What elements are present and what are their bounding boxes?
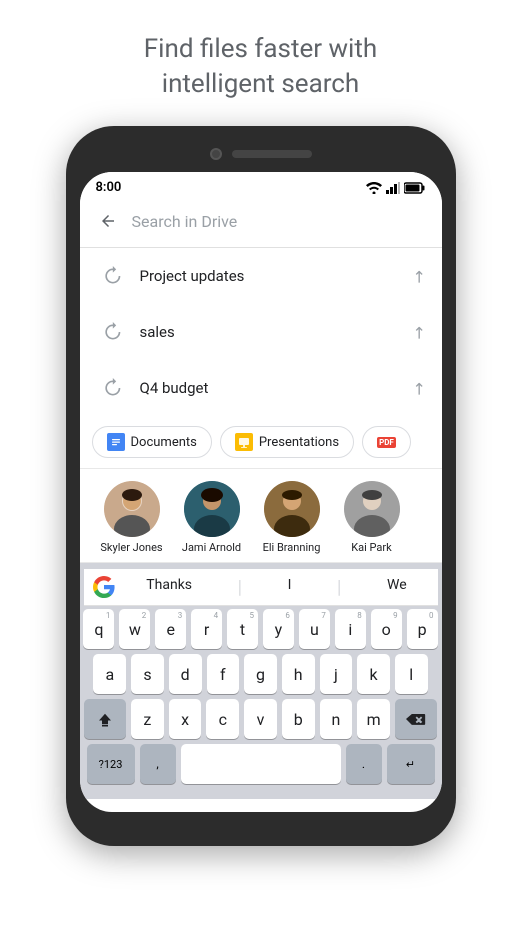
key-i[interactable]: 8i bbox=[335, 609, 366, 649]
key-d[interactable]: d bbox=[169, 654, 202, 694]
chip-pdf[interactable]: PDF bbox=[362, 426, 411, 458]
key-y[interactable]: 6y bbox=[263, 609, 294, 649]
key-w[interactable]: 2w bbox=[119, 609, 150, 649]
camera bbox=[210, 148, 222, 160]
comma-key[interactable]: , bbox=[140, 744, 176, 784]
suggestion-text-2: sales bbox=[140, 323, 413, 341]
key-a[interactable]: a bbox=[93, 654, 126, 694]
key-n[interactable]: n bbox=[320, 699, 353, 739]
key-m[interactable]: m bbox=[357, 699, 390, 739]
shift-key[interactable] bbox=[84, 699, 127, 739]
key-q[interactable]: 1q bbox=[83, 609, 114, 649]
period-key[interactable]: . bbox=[346, 744, 382, 784]
key-o[interactable]: 9o bbox=[371, 609, 402, 649]
people-row: Skyler Jones Jami Arnold bbox=[80, 469, 442, 563]
history-icon-1 bbox=[96, 260, 128, 292]
key-k[interactable]: k bbox=[357, 654, 390, 694]
header-line2: intelligent search bbox=[162, 69, 360, 99]
suggestion-q4-budget[interactable]: Q4 budget ↗ bbox=[80, 360, 442, 416]
symbols-key[interactable]: ?123 bbox=[87, 744, 135, 784]
keyboard-row-1: 1q 2w 3e 4r 5t 6y 7u 8i 9o 0p bbox=[84, 609, 438, 649]
key-e[interactable]: 3e bbox=[155, 609, 186, 649]
search-input[interactable]: Search in Drive bbox=[124, 212, 430, 231]
person-name-kai: Kai Park bbox=[351, 541, 391, 554]
keyboard-suggestion-3[interactable]: We bbox=[387, 577, 407, 598]
person-jami[interactable]: Jami Arnold bbox=[176, 481, 248, 554]
key-b[interactable]: b bbox=[282, 699, 315, 739]
page-header: Find files faster with intelligent searc… bbox=[0, 0, 521, 126]
avatar-kai bbox=[344, 481, 400, 537]
suggestion-project-updates[interactable]: Project updates ↗ bbox=[80, 248, 442, 304]
key-s[interactable]: s bbox=[131, 654, 164, 694]
history-icon-3 bbox=[96, 372, 128, 404]
phone-mockup: 8:00 bbox=[0, 126, 521, 846]
keyboard-row-2: a s d f g h j k l bbox=[84, 654, 438, 694]
key-u[interactable]: 7u bbox=[299, 609, 330, 649]
search-bar[interactable]: Search in Drive bbox=[80, 199, 442, 248]
person-kai[interactable]: Kai Park bbox=[336, 481, 408, 554]
docs-icon bbox=[107, 433, 125, 451]
key-c[interactable]: c bbox=[206, 699, 239, 739]
phone-top-bar bbox=[80, 140, 442, 168]
person-skyler[interactable]: Skyler Jones bbox=[96, 481, 168, 554]
person-name-eli: Eli Branning bbox=[263, 541, 321, 554]
keyboard-suggestion-2[interactable]: I bbox=[288, 577, 292, 598]
person-eli[interactable]: Eli Branning bbox=[256, 481, 328, 554]
filter-chips: Documents Presentations bbox=[80, 416, 442, 469]
keyboard: Thanks | I | We 1q 2w 3e 4r 5t 6y 7u bbox=[80, 563, 442, 799]
space-key[interactable] bbox=[181, 744, 341, 784]
search-suggestions: Project updates ↗ sales ↗ bbox=[80, 248, 442, 416]
suggestion-sales[interactable]: sales ↗ bbox=[80, 304, 442, 360]
keyboard-suggestion-1[interactable]: Thanks bbox=[146, 577, 192, 598]
key-l[interactable]: l bbox=[395, 654, 428, 694]
header-line1: Find files faster with bbox=[144, 34, 377, 64]
pdf-icon: PDF bbox=[377, 437, 396, 448]
key-t[interactable]: 5t bbox=[227, 609, 258, 649]
keyboard-row-4: ?123 , . ↵ bbox=[84, 744, 438, 784]
battery-icon bbox=[404, 182, 426, 194]
phone-body: 8:00 bbox=[66, 126, 456, 846]
key-g[interactable]: g bbox=[244, 654, 277, 694]
speaker bbox=[232, 150, 312, 158]
status-time: 8:00 bbox=[96, 180, 122, 195]
avatar-jami bbox=[184, 481, 240, 537]
key-p[interactable]: 0p bbox=[407, 609, 438, 649]
key-v[interactable]: v bbox=[244, 699, 277, 739]
person-name-jami: Jami Arnold bbox=[182, 541, 241, 554]
key-j[interactable]: j bbox=[320, 654, 353, 694]
back-button[interactable] bbox=[92, 205, 124, 237]
google-logo bbox=[92, 575, 116, 599]
key-r[interactable]: 4r bbox=[191, 609, 222, 649]
key-z[interactable]: z bbox=[131, 699, 164, 739]
avatar-skyler bbox=[104, 481, 160, 537]
person-name-skyler: Skyler Jones bbox=[100, 541, 162, 554]
slides-icon bbox=[235, 433, 253, 451]
suggestion-text-3: Q4 budget bbox=[140, 379, 413, 397]
key-x[interactable]: x bbox=[169, 699, 202, 739]
wifi-icon bbox=[366, 182, 382, 194]
key-h[interactable]: h bbox=[282, 654, 315, 694]
chip-docs-label: Documents bbox=[131, 435, 197, 450]
status-bar: 8:00 bbox=[80, 172, 442, 199]
return-key[interactable]: ↵ bbox=[387, 744, 435, 784]
keyboard-row-3: z x c v b n m bbox=[84, 699, 438, 739]
delete-key[interactable] bbox=[395, 699, 438, 739]
chip-presentations[interactable]: Presentations bbox=[220, 426, 354, 458]
chip-documents[interactable]: Documents bbox=[92, 426, 212, 458]
history-icon-2 bbox=[96, 316, 128, 348]
signal-icon bbox=[386, 182, 400, 194]
avatar-eli bbox=[264, 481, 320, 537]
status-icons bbox=[366, 182, 426, 194]
chip-presentations-label: Presentations bbox=[259, 435, 339, 450]
key-f[interactable]: f bbox=[207, 654, 240, 694]
suggestion-text-1: Project updates bbox=[140, 267, 413, 285]
phone-screen: 8:00 bbox=[80, 172, 442, 812]
